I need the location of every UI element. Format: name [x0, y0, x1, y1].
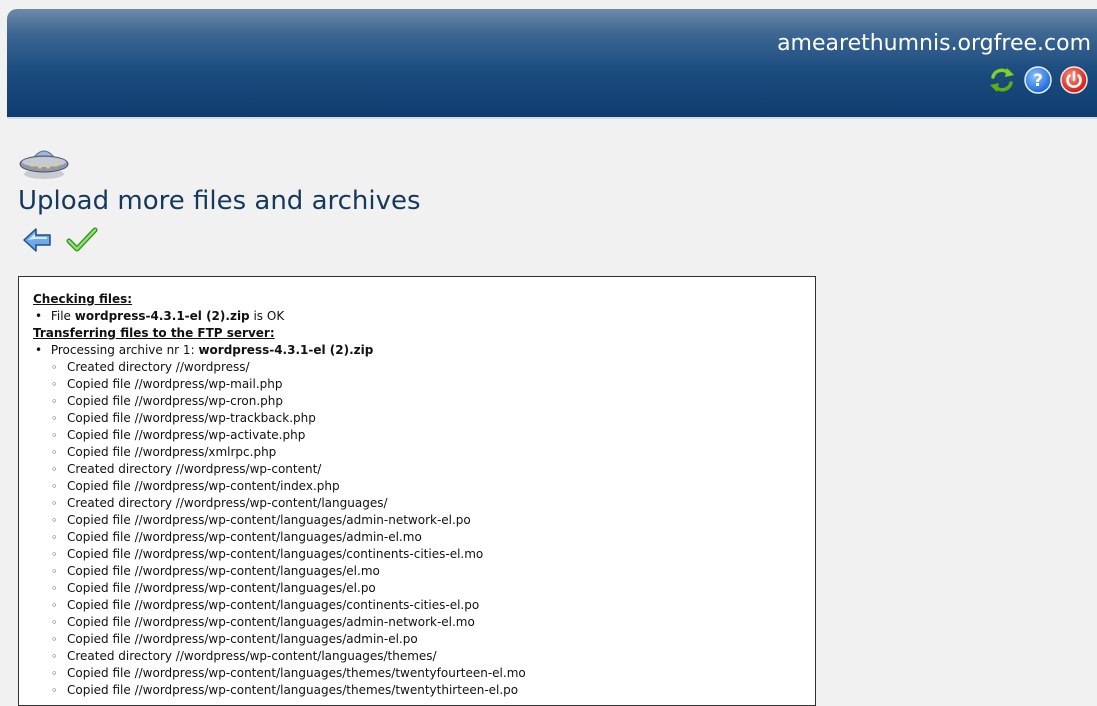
log-entry: Copied file //wordpress/wp-content/index… — [33, 478, 815, 495]
file-ok-suffix: is OK — [253, 309, 285, 323]
log-entry: Created directory //wordpress/wp-content… — [33, 461, 815, 478]
log-entry: Copied file //wordpress/wp-content/langu… — [33, 597, 815, 614]
svg-text:?: ? — [1033, 71, 1043, 91]
log-entry: Copied file //wordpress/wp-content/langu… — [33, 529, 815, 546]
processing-line: Processing archive nr 1: wordpress-4.3.1… — [33, 342, 815, 359]
log-entry: Created directory //wordpress/ — [33, 359, 815, 376]
log-entry: Copied file //wordpress/xmlrpc.php — [33, 444, 815, 461]
section-heading-transfer: Transferring files to the FTP server: — [33, 326, 275, 340]
log-entry: Copied file //wordpress/wp-content/langu… — [33, 682, 815, 699]
log-entry: Copied file //wordpress/wp-trackback.php — [33, 410, 815, 427]
processing-name: wordpress-4.3.1-el (2).zip — [198, 343, 374, 357]
log-entry: Copied file //wordpress/wp-content/langu… — [33, 665, 815, 682]
back-arrow-icon[interactable] — [22, 226, 54, 254]
log-entry: Created directory //wordpress/wp-content… — [33, 495, 815, 512]
file-ok-line: File wordpress-4.3.1-el (2).zip is OK — [33, 308, 815, 325]
log-entry: Copied file //wordpress/wp-content/langu… — [33, 580, 815, 597]
action-icons — [22, 226, 98, 254]
log-entry: Copied file //wordpress/wp-content/langu… — [33, 563, 815, 580]
log-entry: Copied file //wordpress/wp-cron.php — [33, 393, 815, 410]
log-entry: Copied file //wordpress/wp-mail.php — [33, 376, 815, 393]
log-entry: Copied file //wordpress/wp-activate.php — [33, 427, 815, 444]
log-entry: Copied file //wordpress/wp-content/langu… — [33, 546, 815, 563]
help-icon[interactable]: ? — [1023, 65, 1053, 95]
header-toolbar: ? — [987, 65, 1089, 95]
upload-log: Checking files: File wordpress-4.3.1-el … — [18, 276, 816, 706]
file-ok-name: wordpress-4.3.1-el (2).zip — [74, 309, 250, 323]
log-entry: Copied file //wordpress/wp-content/langu… — [33, 512, 815, 529]
page-title: Upload more files and archives — [18, 186, 421, 216]
section-heading-checking: Checking files: — [33, 292, 133, 306]
site-name: amearethumnis.orgfree.com — [777, 31, 1091, 56]
log-entry: Copied file //wordpress/wp-content/langu… — [33, 614, 815, 631]
file-ok-prefix: File — [50, 309, 71, 323]
ufo-icon — [19, 150, 69, 179]
checkmark-icon[interactable] — [66, 226, 98, 254]
log-entry: Copied file //wordpress/wp-content/langu… — [33, 631, 815, 648]
top-header: amearethumnis.orgfree.com ? — [7, 9, 1097, 119]
log-entry: Created directory //wordpress/wp-content… — [33, 648, 815, 665]
logout-icon[interactable] — [1059, 65, 1089, 95]
processing-prefix: Processing archive nr 1: — [50, 343, 195, 357]
refresh-icon[interactable] — [987, 65, 1017, 95]
